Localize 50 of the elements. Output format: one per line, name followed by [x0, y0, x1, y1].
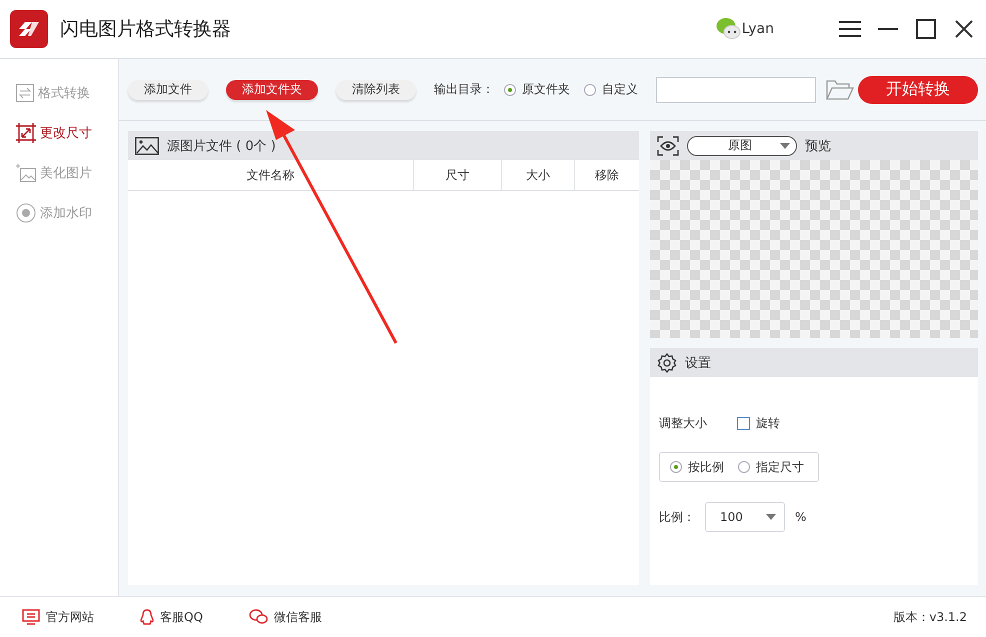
percent-label: %	[795, 510, 806, 524]
settings-title: 设置	[685, 354, 711, 372]
app-logo	[10, 10, 48, 48]
user-name: Lyan	[742, 21, 774, 37]
minimize-icon	[878, 27, 898, 31]
toolbar-button[interactable]: 清除列表	[336, 80, 416, 100]
menu-icon	[839, 21, 861, 37]
start-button[interactable]: 开始转换	[858, 76, 978, 104]
sidebar-item[interactable]: 更改尺寸	[0, 121, 118, 145]
penguin-icon	[140, 608, 154, 626]
settings-icon	[657, 352, 677, 372]
column-header: 文件名称	[246, 166, 296, 184]
preview-mode-select[interactable]: 原图	[687, 136, 797, 156]
footer-link[interactable]: 官方网站	[22, 608, 94, 626]
window-title: 闪电图片格式转换器	[60, 17, 232, 42]
rotate-checkbox[interactable]: 旋转	[707, 415, 780, 432]
eye-icon	[657, 136, 679, 156]
version-label: 版本：v3.1.2	[893, 608, 967, 626]
caret-icon	[780, 142, 790, 148]
mode-radio[interactable]: 按比例	[660, 458, 724, 476]
output-radio[interactable]: 原文件夹	[494, 81, 570, 98]
ratio-select[interactable]: 100	[705, 502, 785, 532]
footer-link[interactable]: 微信客服	[248, 608, 322, 626]
close-icon	[955, 20, 973, 38]
maximize-icon	[916, 19, 936, 39]
toolbar-button[interactable]: 添加文件夹	[226, 80, 318, 100]
ratio-label: 比例：	[659, 508, 695, 526]
mode-radio[interactable]: 指定尺寸	[728, 458, 804, 476]
resize-label: 调整大小	[659, 415, 707, 432]
chat-bubbles-icon	[716, 17, 742, 41]
caret-icon	[766, 514, 776, 520]
column-header: 大小	[501, 160, 574, 190]
folder-icon[interactable]	[826, 80, 854, 100]
monitor-icon	[22, 609, 40, 625]
output-radio[interactable]: 自定义	[574, 81, 638, 98]
footer-link[interactable]: 客服QQ	[140, 608, 203, 626]
panel-title: 源图片文件 ( 0个 )	[167, 138, 276, 154]
swap-icon	[16, 84, 34, 102]
image-icon	[16, 164, 36, 182]
image-icon	[135, 136, 159, 154]
seal-icon	[16, 203, 36, 223]
chat-icon	[248, 609, 268, 625]
resize-icon	[16, 123, 36, 143]
toolbar-button[interactable]: 添加文件	[128, 80, 208, 100]
output-label: 输出目录：	[434, 81, 494, 98]
maximize-button[interactable]	[914, 17, 938, 41]
preview-label: 预览	[805, 138, 831, 154]
column-header: 移除	[574, 160, 639, 190]
column-header: 尺寸	[413, 160, 501, 190]
path-field[interactable]	[656, 76, 816, 102]
